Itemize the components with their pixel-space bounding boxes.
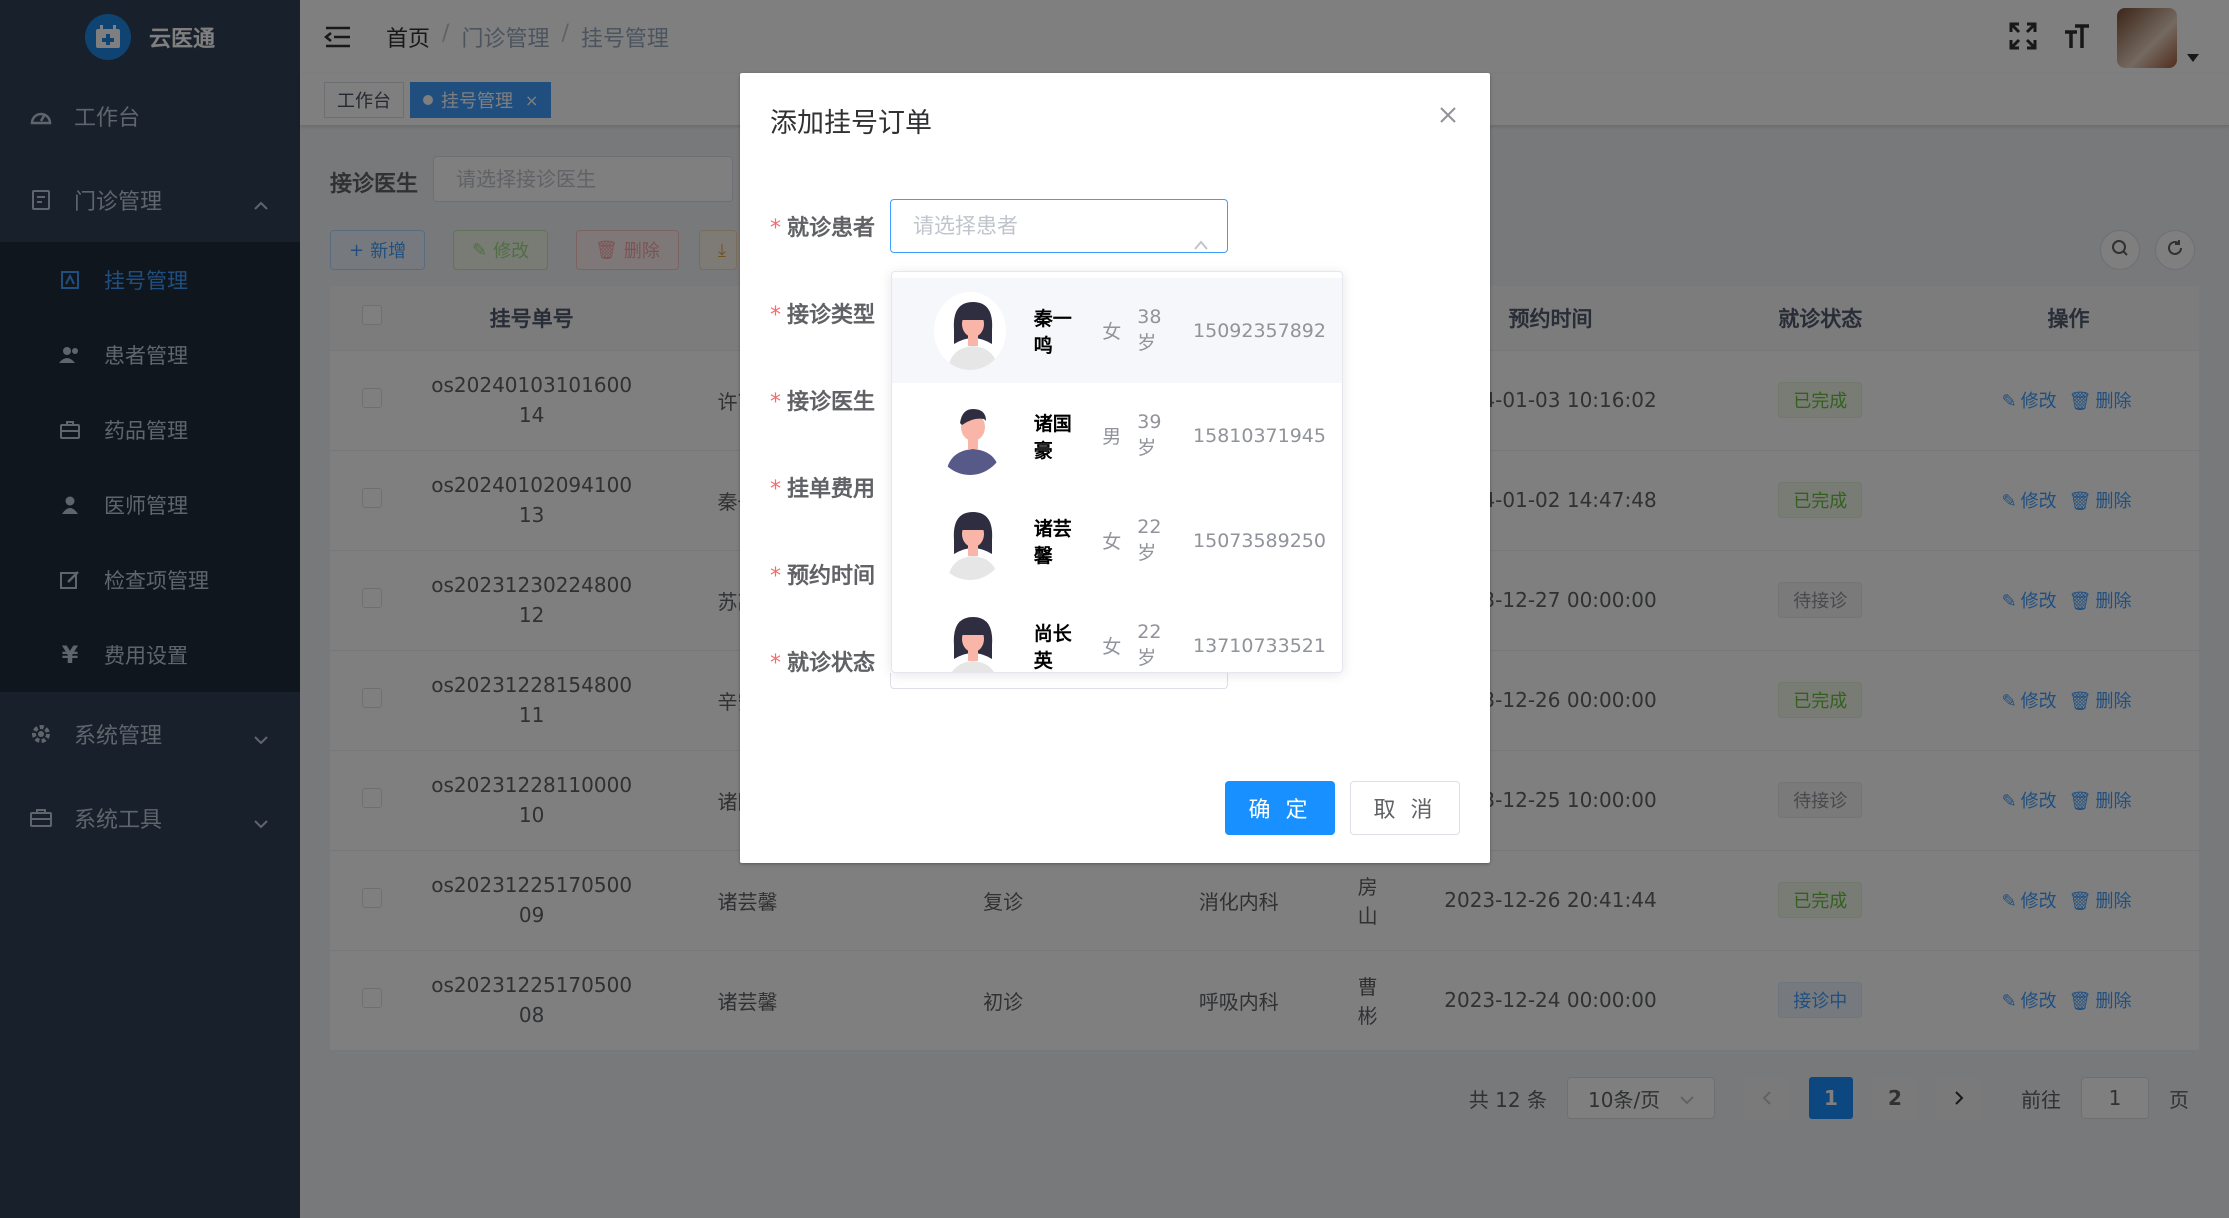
female-avatar-icon [934,606,1006,672]
patient-dropdown: 秦一鸣女 38岁 15092357892 诸国豪男 39岁 15810371945 诸芸馨女… [891,271,1343,673]
male-avatar-icon [934,396,1006,475]
patient-gender: 女 [1102,321,1122,343]
form-row-patient: * 就诊患者 [770,200,880,252]
form-row-status: * 就诊状态 [770,635,880,687]
patient-select[interactable]: 请选择患者 [890,199,1228,253]
form-label: * 就诊状态 [770,651,876,676]
form-label: * 就诊患者 [770,216,876,241]
form-row-type: * 接诊类型 [770,287,880,339]
form-row-fee: * 挂单费用 [770,461,880,513]
patient-select-placeholder: 请选择患者 [913,214,1018,238]
form-label: * 接诊医生 [770,390,876,415]
form-label: * 接诊类型 [770,303,876,328]
patient-gender: 女 [1102,531,1122,553]
cancel-button[interactable]: 取 消 [1350,781,1460,835]
patient-gender: 女 [1102,636,1122,658]
patient-option[interactable]: 秦一鸣 女 38岁 15092357892 [892,278,1342,383]
patient-gender: 男 [1102,426,1122,448]
form-row-doctor: * 接诊医生 [770,374,880,426]
patient-option[interactable]: 尚长英 女 22岁 13710733521 [892,593,1342,672]
chevron-up-icon [1193,218,1209,270]
patient-age: 22岁 [1137,621,1162,669]
patient-name: 诸国豪 [1033,412,1072,462]
close-icon[interactable] [1436,103,1460,127]
form-row-time: * 预约时间 [770,548,880,600]
patient-name: 尚长英 [1033,622,1072,672]
patient-age: 38岁 [1137,306,1162,354]
patient-phone: 15073589250 [1193,529,1326,552]
female-avatar-icon [934,501,1006,580]
patient-phone: 15810371945 [1193,424,1326,447]
patient-phone: 13710733521 [1193,634,1326,657]
patient-option[interactable]: 诸芸馨 女 22岁 15073589250 [892,488,1342,593]
dialog-title: 添加挂号订单 [770,108,932,139]
status-select[interactable] [890,673,1228,689]
patient-name: 秦一鸣 [1033,307,1072,357]
patient-name: 诸芸馨 [1033,517,1072,567]
patient-phone: 15092357892 [1193,319,1326,342]
form-label: * 预约时间 [770,564,876,589]
form-label: * 挂单费用 [770,477,876,502]
patient-age: 39岁 [1137,411,1162,459]
patient-age: 22岁 [1137,516,1162,564]
female-avatar-icon [934,291,1006,370]
patient-option[interactable]: 诸国豪 男 39岁 15810371945 [892,383,1342,488]
confirm-button[interactable]: 确 定 [1225,781,1335,835]
